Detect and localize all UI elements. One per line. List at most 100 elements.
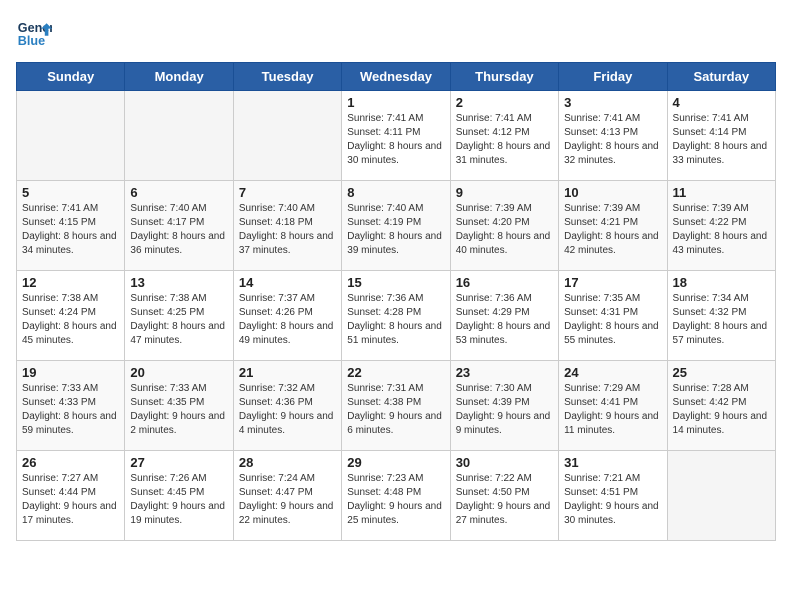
day-cell: 10 Sunrise: 7:39 AM Sunset: 4:21 PM Dayli… [559, 181, 667, 271]
week-row-1: 1 Sunrise: 7:41 AM Sunset: 4:11 PM Daylig… [17, 91, 776, 181]
day-number: 29 [347, 455, 444, 470]
day-cell: 29 Sunrise: 7:23 AM Sunset: 4:48 PM Dayli… [342, 451, 450, 541]
day-cell: 4Sunrise: 7:41 AM Sunset: 4:14 PM Daylig… [667, 91, 775, 181]
day-number: 15 [347, 275, 444, 290]
day-number: 11 [673, 185, 770, 200]
day-number: 5 [22, 185, 119, 200]
day-info: Sunrise: 7:21 AM Sunset: 4:51 PM Dayligh… [564, 472, 661, 528]
logo-icon: General Blue [16, 16, 52, 52]
day-info: Sunrise: 7:40 AM Sunset: 4:18 PM Dayligh… [239, 202, 336, 258]
day-number: 12 [22, 275, 119, 290]
day-number: 27 [130, 455, 227, 470]
day-info: Sunrise: 7:28 AM Sunset: 4:42 PM Dayligh… [673, 382, 770, 438]
week-row-2: 5Sunrise: 7:41 AM Sunset: 4:15 PM Daylig… [17, 181, 776, 271]
day-cell: 22 Sunrise: 7:31 AM Sunset: 4:38 PM Dayli… [342, 361, 450, 451]
day-cell: 17 Sunrise: 7:35 AM Sunset: 4:31 PM Dayli… [559, 271, 667, 361]
day-cell: 31 Sunrise: 7:21 AM Sunset: 4:51 PM Dayli… [559, 451, 667, 541]
header-thursday: Thursday [450, 63, 558, 91]
day-info: Sunrise: 7:35 AM Sunset: 4:31 PM Dayligh… [564, 292, 661, 348]
day-number: 19 [22, 365, 119, 380]
day-cell: 3Sunrise: 7:41 AM Sunset: 4:13 PM Daylig… [559, 91, 667, 181]
day-info: Sunrise: 7:33 AM Sunset: 4:33 PM Dayligh… [22, 382, 119, 438]
day-info: Sunrise: 7:39 AM Sunset: 4:22 PM Dayligh… [673, 202, 770, 258]
day-info: Sunrise: 7:23 AM Sunset: 4:48 PM Dayligh… [347, 472, 444, 528]
day-number: 7 [239, 185, 336, 200]
day-info: Sunrise: 7:22 AM Sunset: 4:50 PM Dayligh… [456, 472, 553, 528]
day-number: 1 [347, 95, 444, 110]
day-cell: 11 Sunrise: 7:39 AM Sunset: 4:22 PM Dayli… [667, 181, 775, 271]
day-number: 31 [564, 455, 661, 470]
day-info: Sunrise: 7:31 AM Sunset: 4:38 PM Dayligh… [347, 382, 444, 438]
day-number: 30 [456, 455, 553, 470]
day-cell: 5Sunrise: 7:41 AM Sunset: 4:15 PM Daylig… [17, 181, 125, 271]
day-number: 6 [130, 185, 227, 200]
day-info: Sunrise: 7:38 AM Sunset: 4:25 PM Dayligh… [130, 292, 227, 348]
header-wednesday: Wednesday [342, 63, 450, 91]
day-info: Sunrise: 7:33 AM Sunset: 4:35 PM Dayligh… [130, 382, 227, 438]
day-cell: 18 Sunrise: 7:34 AM Sunset: 4:32 PM Dayli… [667, 271, 775, 361]
day-number: 20 [130, 365, 227, 380]
day-cell: 20 Sunrise: 7:33 AM Sunset: 4:35 PM Dayli… [125, 361, 233, 451]
day-info: Sunrise: 7:37 AM Sunset: 4:26 PM Dayligh… [239, 292, 336, 348]
day-cell: 21 Sunrise: 7:32 AM Sunset: 4:36 PM Dayli… [233, 361, 341, 451]
day-cell: 8 Sunrise: 7:40 AM Sunset: 4:19 PM Daylig… [342, 181, 450, 271]
day-cell: 24 Sunrise: 7:29 AM Sunset: 4:41 PM Dayli… [559, 361, 667, 451]
day-number: 25 [673, 365, 770, 380]
svg-text:Blue: Blue [18, 34, 45, 48]
day-number: 16 [456, 275, 553, 290]
day-number: 24 [564, 365, 661, 380]
day-cell: 28 Sunrise: 7:24 AM Sunset: 4:47 PM Dayli… [233, 451, 341, 541]
day-number: 22 [347, 365, 444, 380]
day-info: Sunrise: 7:39 AM Sunset: 4:21 PM Dayligh… [564, 202, 661, 258]
day-info: Sunrise: 7:30 AM Sunset: 4:39 PM Dayligh… [456, 382, 553, 438]
day-number: 26 [22, 455, 119, 470]
day-number: 3 [564, 95, 661, 110]
day-number: 4 [673, 95, 770, 110]
day-info: Sunrise: 7:41 AM Sunset: 4:12 PM Dayligh… [456, 112, 553, 168]
day-info: Sunrise: 7:40 AM Sunset: 4:19 PM Dayligh… [347, 202, 444, 258]
day-info: Sunrise: 7:36 AM Sunset: 4:28 PM Dayligh… [347, 292, 444, 348]
week-row-5: 26 Sunrise: 7:27 AM Sunset: 4:44 PM Dayli… [17, 451, 776, 541]
day-cell: 14 Sunrise: 7:37 AM Sunset: 4:26 PM Dayli… [233, 271, 341, 361]
day-number: 9 [456, 185, 553, 200]
day-info: Sunrise: 7:29 AM Sunset: 4:41 PM Dayligh… [564, 382, 661, 438]
day-info: Sunrise: 7:39 AM Sunset: 4:20 PM Dayligh… [456, 202, 553, 258]
day-cell: 19 Sunrise: 7:33 AM Sunset: 4:33 PM Dayli… [17, 361, 125, 451]
header-friday: Friday [559, 63, 667, 91]
day-number: 18 [673, 275, 770, 290]
day-info: Sunrise: 7:32 AM Sunset: 4:36 PM Dayligh… [239, 382, 336, 438]
header-saturday: Saturday [667, 63, 775, 91]
week-row-3: 12 Sunrise: 7:38 AM Sunset: 4:24 PM Dayli… [17, 271, 776, 361]
day-info: Sunrise: 7:24 AM Sunset: 4:47 PM Dayligh… [239, 472, 336, 528]
day-cell: 15 Sunrise: 7:36 AM Sunset: 4:28 PM Dayli… [342, 271, 450, 361]
week-row-4: 19 Sunrise: 7:33 AM Sunset: 4:33 PM Dayli… [17, 361, 776, 451]
day-number: 10 [564, 185, 661, 200]
day-cell [233, 91, 341, 181]
day-number: 17 [564, 275, 661, 290]
day-number: 8 [347, 185, 444, 200]
day-cell: 26 Sunrise: 7:27 AM Sunset: 4:44 PM Dayli… [17, 451, 125, 541]
day-info: Sunrise: 7:41 AM Sunset: 4:11 PM Dayligh… [347, 112, 444, 168]
day-cell: 1 Sunrise: 7:41 AM Sunset: 4:11 PM Daylig… [342, 91, 450, 181]
day-cell [667, 451, 775, 541]
day-number: 23 [456, 365, 553, 380]
day-cell: 16 Sunrise: 7:36 AM Sunset: 4:29 PM Dayli… [450, 271, 558, 361]
header-tuesday: Tuesday [233, 63, 341, 91]
day-number: 2 [456, 95, 553, 110]
day-info: Sunrise: 7:38 AM Sunset: 4:24 PM Dayligh… [22, 292, 119, 348]
day-number: 28 [239, 455, 336, 470]
day-cell: 9 Sunrise: 7:39 AM Sunset: 4:20 PM Daylig… [450, 181, 558, 271]
day-cell [17, 91, 125, 181]
day-number: 21 [239, 365, 336, 380]
day-cell: 2 Sunrise: 7:41 AM Sunset: 4:12 PM Daylig… [450, 91, 558, 181]
day-cell: 12 Sunrise: 7:38 AM Sunset: 4:24 PM Dayli… [17, 271, 125, 361]
day-info: Sunrise: 7:36 AM Sunset: 4:29 PM Dayligh… [456, 292, 553, 348]
day-info: Sunrise: 7:27 AM Sunset: 4:44 PM Dayligh… [22, 472, 119, 528]
day-number: 14 [239, 275, 336, 290]
day-info: Sunrise: 7:34 AM Sunset: 4:32 PM Dayligh… [673, 292, 770, 348]
day-cell: 23 Sunrise: 7:30 AM Sunset: 4:39 PM Dayli… [450, 361, 558, 451]
day-cell: 30 Sunrise: 7:22 AM Sunset: 4:50 PM Dayli… [450, 451, 558, 541]
day-cell [125, 91, 233, 181]
header-row: SundayMondayTuesdayWednesdayThursdayFrid… [17, 63, 776, 91]
day-cell: 27Sunrise: 7:26 AM Sunset: 4:45 PM Dayli… [125, 451, 233, 541]
